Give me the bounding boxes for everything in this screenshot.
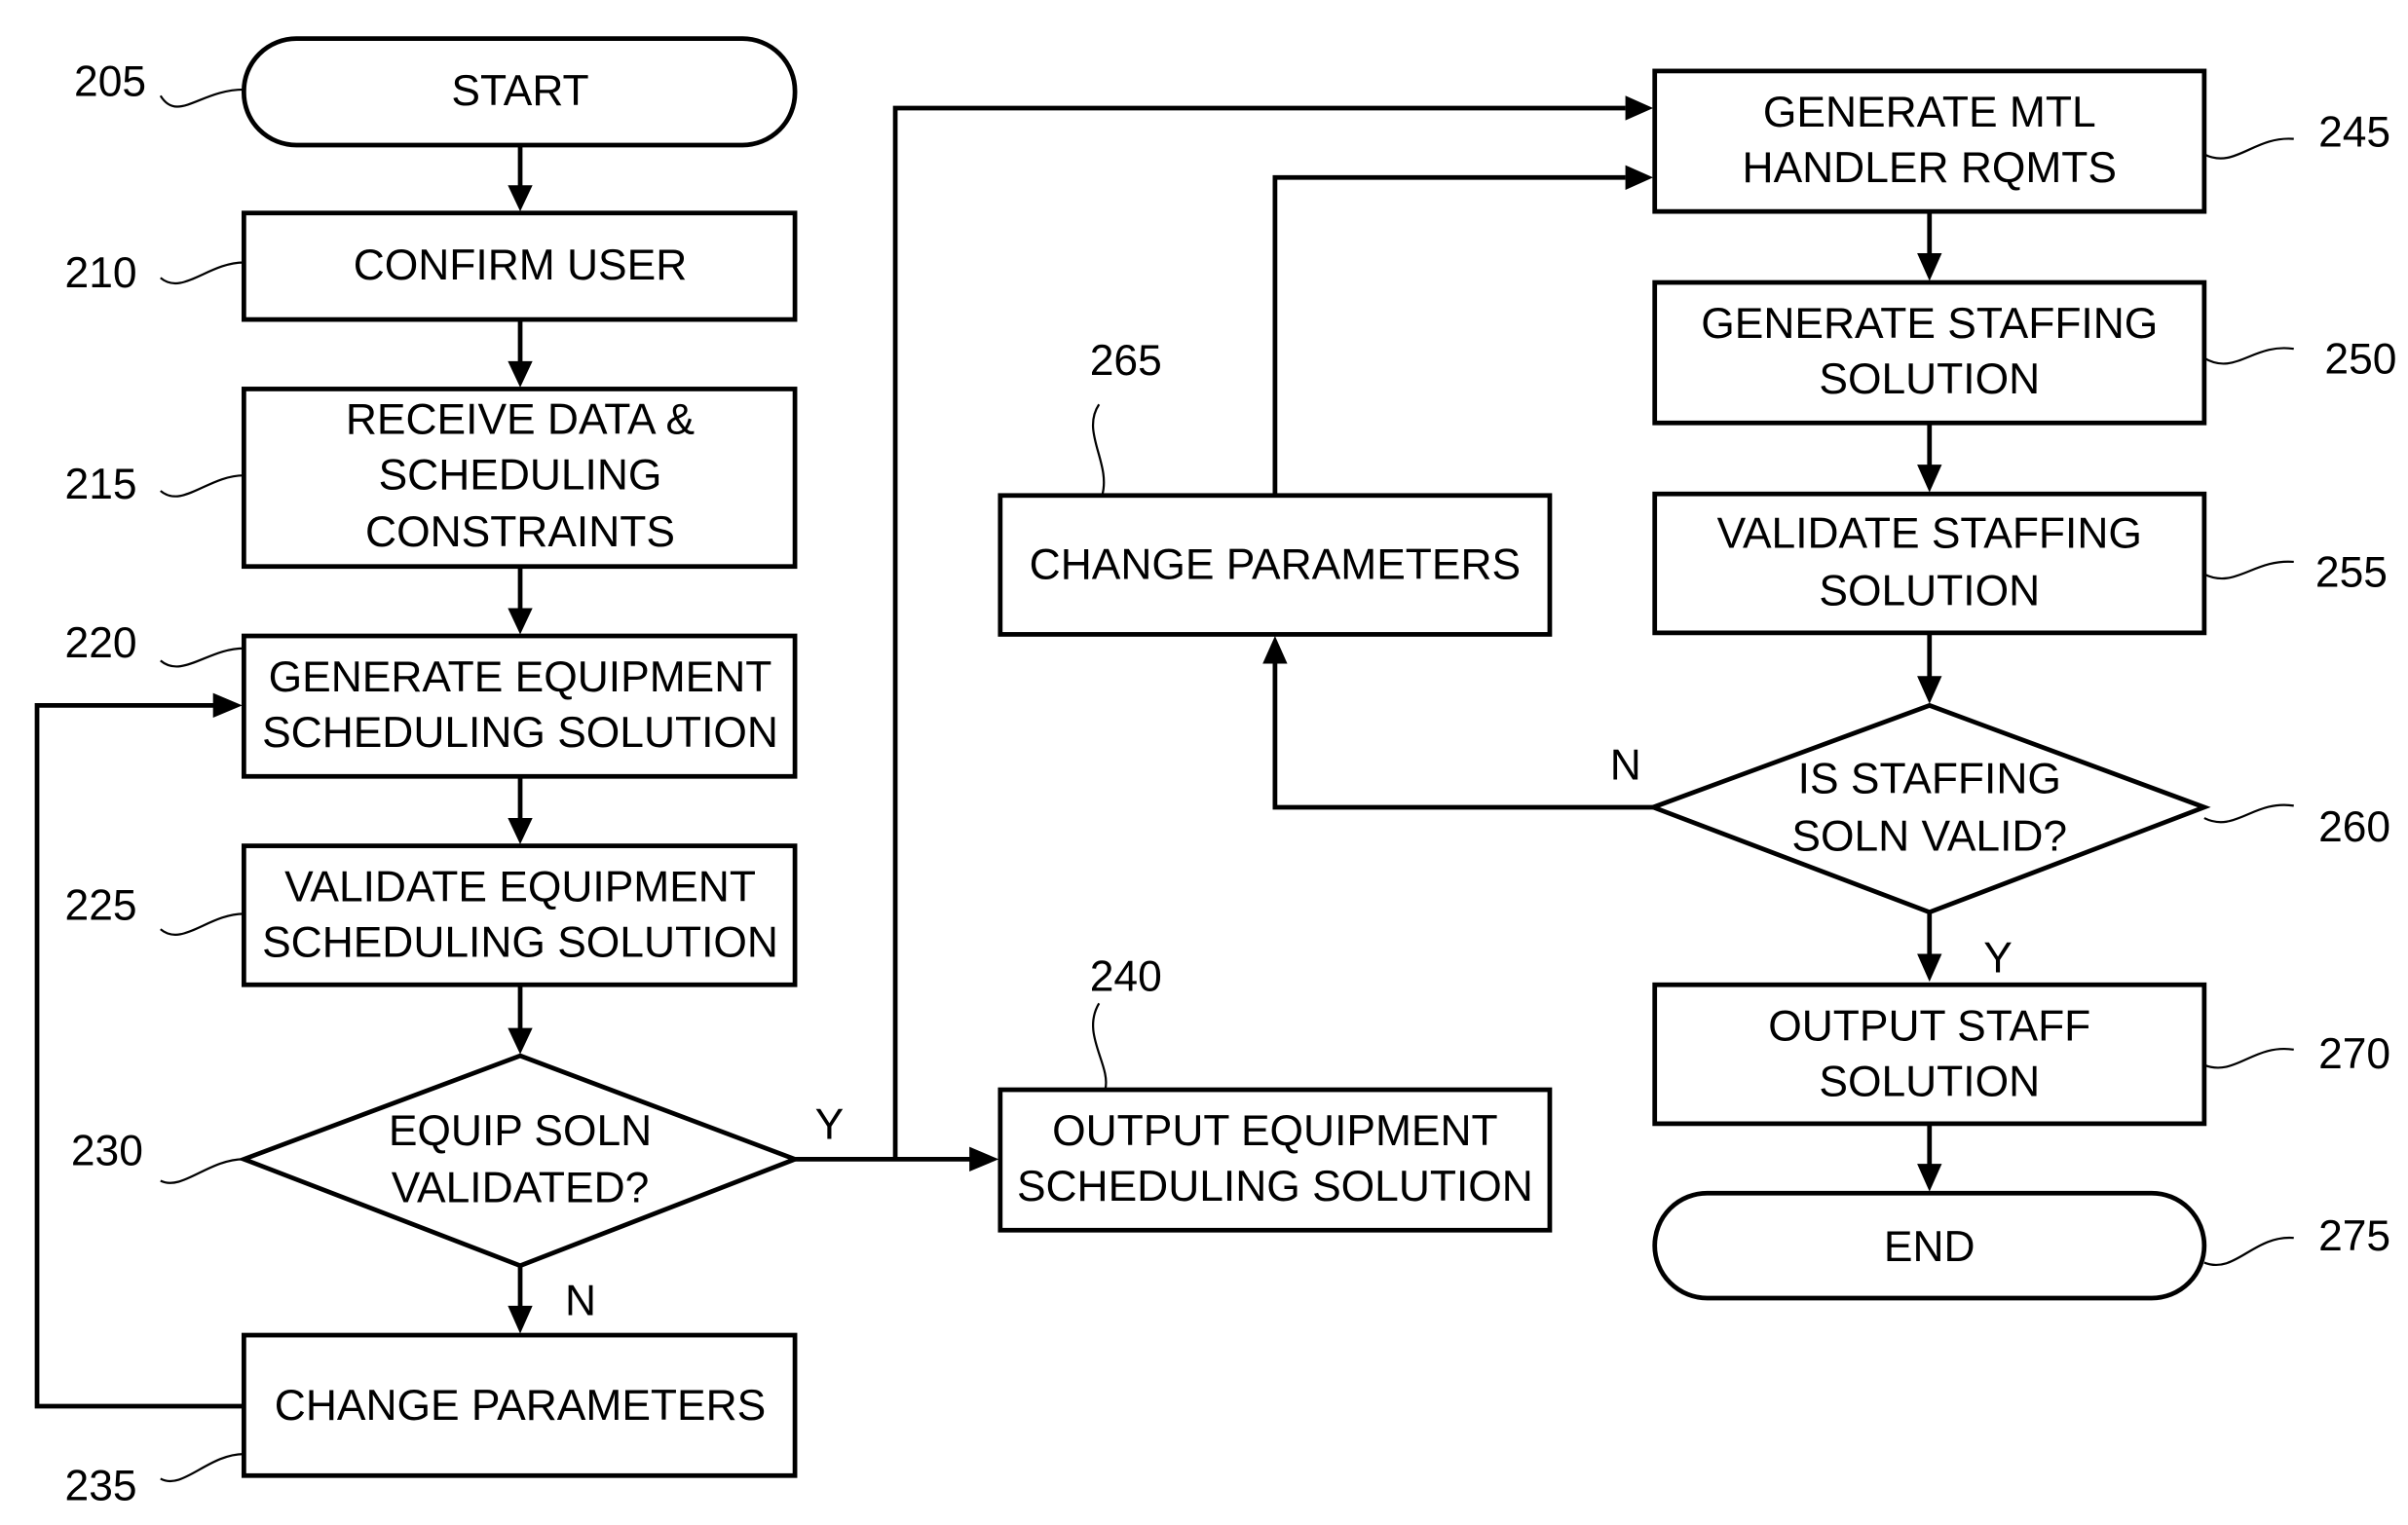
node-label: START (451, 67, 588, 115)
node-validate-equipment: VALIDATE EQUIPMENT SCHEDULING SOLUTION (241, 843, 798, 987)
ref-numeral: 250 (2324, 336, 2396, 384)
leader-line (160, 647, 245, 668)
node-label: END (1884, 1223, 1975, 1271)
node-change-parameters-265: CHANGE PARAMETERS (997, 493, 1553, 637)
ref-numeral: 275 (2318, 1212, 2390, 1260)
node-label-line-2: SCHEDULING SOLUTION (262, 709, 778, 757)
node-label-line-3: CONSTRAINTS (365, 508, 675, 556)
leader-line (2203, 803, 2294, 824)
ref-numeral: 255 (2315, 548, 2388, 596)
node-confirm-user: CONFIRM USER (241, 210, 798, 322)
arrowhead (508, 1305, 533, 1334)
edge-265-245 (1272, 174, 1626, 495)
ref-numeral: 205 (74, 57, 146, 105)
ref-numeral: 220 (65, 619, 137, 667)
branch-label-yes: Y (815, 1101, 845, 1149)
node-label-line-1: VALIDATE STAFFING (1717, 510, 2142, 558)
node-generate-staffing: GENERATE STAFFING SOLUTION (1652, 279, 2207, 426)
ref-numeral: 235 (65, 1463, 137, 1510)
ref-numeral: 210 (65, 249, 137, 297)
arrowhead (1917, 252, 1942, 281)
node-label-line-1: GENERATE EQUIPMENT (269, 653, 772, 701)
arrowhead (1262, 636, 1288, 664)
node-validate-staffing: VALIDATE STAFFING SOLUTION (1652, 491, 2207, 636)
node-label-line-2: SOLUTION (1819, 355, 2040, 403)
arrowhead (508, 818, 533, 845)
ref-numeral: 265 (1090, 337, 1162, 385)
node-generate-equipment: GENERATE EQUIPMENT SCHEDULING SOLUTION (241, 633, 798, 779)
node-label-line-1: OUTPUT STAFF (1768, 1002, 2090, 1050)
arrowhead (508, 1027, 533, 1055)
flowchart: START CONFIRM USER RECEIVE DATA & SCHEDU… (34, 36, 2396, 1510)
node-label: CHANGE PARAMETERS (1030, 540, 1521, 588)
leader-line (2203, 137, 2294, 160)
leader-line (160, 1158, 245, 1184)
ref-numeral: 225 (65, 882, 137, 930)
arrowhead (1625, 165, 1654, 190)
node-label-line-1: OUTPUT EQUIPMENT (1052, 1107, 1498, 1155)
arrowhead (1917, 465, 1942, 493)
arrowhead (212, 692, 243, 719)
ref-numeral: 215 (65, 461, 137, 508)
arrowhead (508, 608, 533, 635)
edge-235-220 (34, 702, 245, 1409)
branch-label-no: N (1610, 741, 1641, 789)
node-label-line-1: GENERATE STAFFING (1701, 300, 2158, 348)
leader-line (160, 912, 245, 936)
leader-line (2203, 347, 2294, 365)
arrowhead (1917, 1164, 1942, 1192)
leader-line (2203, 1047, 2294, 1069)
leader-line (1092, 1002, 1108, 1091)
leader-line (2203, 1237, 2294, 1266)
node-label-line-2: SCHEDULING SOLUTION (262, 919, 778, 967)
decision-shape (1646, 702, 2211, 915)
leader-line (2203, 560, 2294, 580)
node-label-line-1: IS STAFFING (1798, 756, 2061, 803)
arrowhead (508, 360, 533, 388)
ref-numeral: 260 (2318, 803, 2390, 851)
branch-label-yes: Y (1983, 935, 2013, 983)
node-label-line-2: SOLUTION (1819, 567, 2040, 614)
node-end: END (1652, 1190, 2207, 1301)
node-start: START (241, 36, 798, 148)
arrowhead (1625, 95, 1654, 121)
leader-line (160, 474, 245, 498)
node-label-line-2: SOLUTION (1819, 1058, 2040, 1105)
node-output-equipment: OUTPUT EQUIPMENT SCHEDULING SOLUTION (997, 1087, 1553, 1233)
node-label-line-1: RECEIVE DATA & (346, 395, 695, 443)
node-receive-data: RECEIVE DATA & SCHEDULING CONSTRAINTS (241, 387, 798, 570)
node-label-line-2: VALIDATED? (392, 1165, 650, 1212)
node-label-line-1: VALIDATE EQUIPMENT (284, 864, 756, 911)
arrowhead (1917, 676, 1942, 704)
leader-line (160, 261, 245, 284)
ref-numeral: 240 (1090, 953, 1162, 1001)
leader-line (160, 1452, 245, 1482)
node-label-line-2: HANDLER RQMTS (1743, 144, 2117, 192)
node-label-line-1: EQUIP SOLN (389, 1107, 652, 1155)
node-generate-mtl-handler: GENERATE MTL HANDLER RQMTS (1652, 68, 2207, 214)
arrowhead (1917, 953, 1942, 983)
node-label-line-2: SCHEDULING (379, 451, 662, 499)
node-change-parameters-235: CHANGE PARAMETERS (241, 1332, 798, 1478)
arrowhead (969, 1146, 999, 1172)
node-label: CHANGE PARAMETERS (275, 1382, 766, 1430)
branch-label-no: N (565, 1277, 596, 1324)
leader-line (159, 88, 245, 108)
node-label-line-2: SCHEDULING SOLUTION (1017, 1163, 1533, 1210)
ref-numeral: 245 (2318, 109, 2390, 157)
node-label-line-2: SOLN VALID? (1791, 812, 2067, 860)
edge-260-265 (1272, 663, 1654, 810)
node-label: CONFIRM USER (354, 242, 688, 289)
decision-shape (237, 1053, 802, 1269)
ref-numeral: 270 (2318, 1030, 2390, 1078)
ref-numeral: 230 (71, 1128, 143, 1175)
node-label-line-1: GENERATE MTL (1763, 89, 2096, 136)
node-equip-soln-validated: EQUIP SOLN VALIDATED? (237, 1053, 802, 1269)
leader-line (1092, 403, 1106, 497)
node-is-staffing-valid: IS STAFFING SOLN VALID? (1646, 702, 2211, 915)
arrowhead (508, 185, 533, 212)
node-output-staff: OUTPUT STAFF SOLUTION (1652, 982, 2207, 1127)
